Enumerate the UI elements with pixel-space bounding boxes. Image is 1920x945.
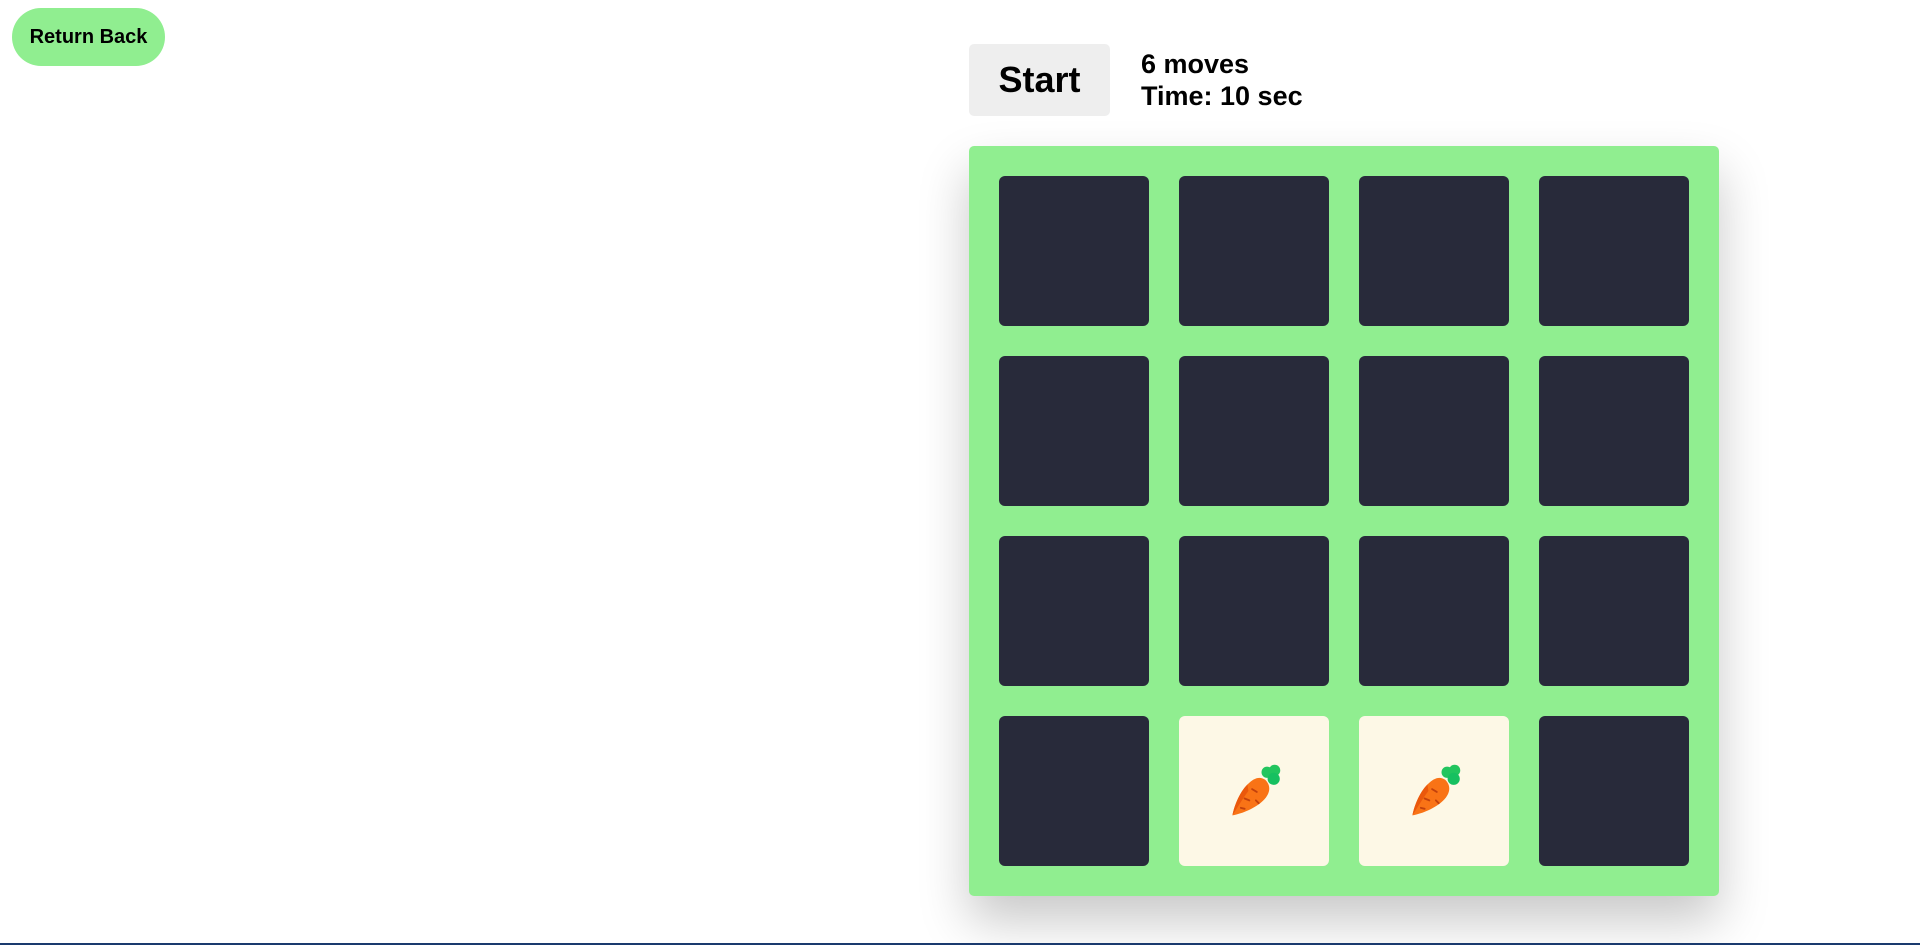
- card-r4-c1[interactable]: [999, 716, 1149, 866]
- card-r1-c4[interactable]: [1539, 176, 1689, 326]
- card-r4-c2[interactable]: [1179, 716, 1329, 866]
- card-r3-c2[interactable]: [1179, 536, 1329, 686]
- card-r2-c4[interactable]: [1539, 356, 1689, 506]
- card-r2-c1[interactable]: [999, 356, 1149, 506]
- card-r2-c3[interactable]: [1359, 356, 1509, 506]
- moves-counter: 6 moves: [1141, 49, 1250, 79]
- card-r4-c3[interactable]: [1359, 716, 1509, 866]
- card-r4-c4[interactable]: [1539, 716, 1689, 866]
- carrot-icon: [1224, 761, 1284, 821]
- game-board: [969, 146, 1719, 896]
- carrot-icon: [1404, 761, 1464, 821]
- card-r3-c4[interactable]: [1539, 536, 1689, 686]
- timer-display: Time: 10 sec: [1141, 81, 1303, 111]
- card-r1-c2[interactable]: [1179, 176, 1329, 326]
- start-button[interactable]: Start: [969, 44, 1110, 116]
- card-r1-c3[interactable]: [1359, 176, 1509, 326]
- card-r3-c3[interactable]: [1359, 536, 1509, 686]
- card-r3-c1[interactable]: [999, 536, 1149, 686]
- game-controls: Start 6 moves Time: 10 sec: [969, 44, 1303, 116]
- return-back-button[interactable]: Return Back: [12, 8, 165, 66]
- card-r1-c1[interactable]: [999, 176, 1149, 326]
- game-stats: 6 moves Time: 10 sec: [1141, 48, 1303, 112]
- card-r2-c2[interactable]: [1179, 356, 1329, 506]
